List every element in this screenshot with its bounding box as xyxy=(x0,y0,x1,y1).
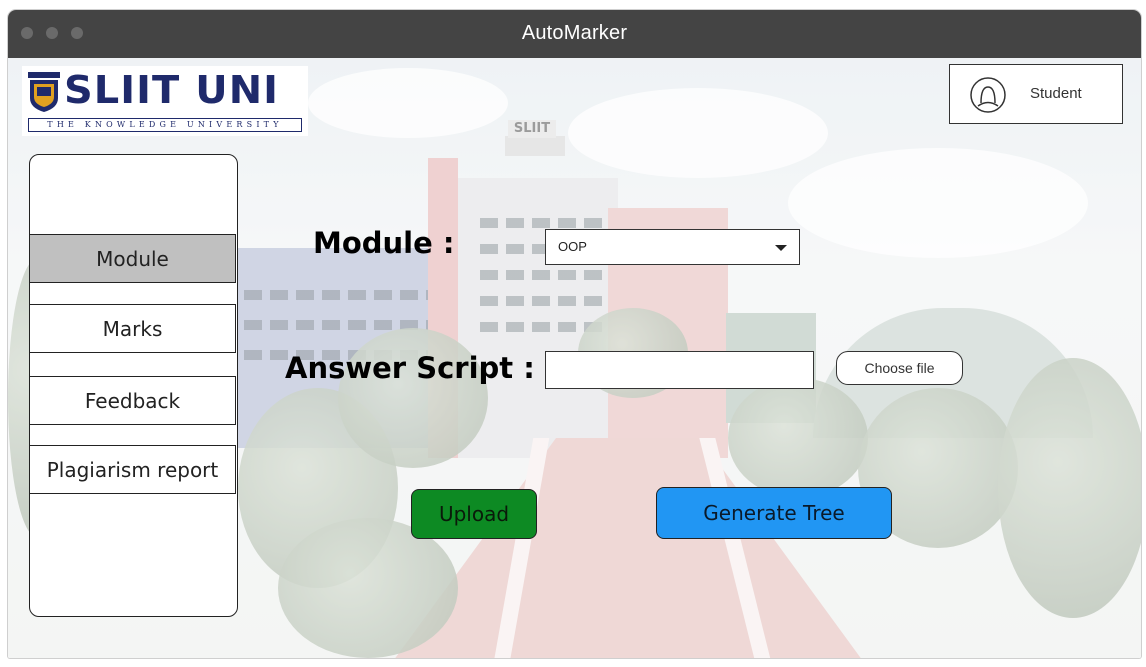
user-profile-button[interactable]: Student xyxy=(949,64,1123,124)
sidebar-item-label: Plagiarism report xyxy=(46,457,219,482)
answer-script-label: Answer Script : xyxy=(285,351,535,385)
title-bar: AutoMarker xyxy=(8,10,1141,58)
university-logo: SLIIT UNI THE KNOWLEDGE UNIVERSITY xyxy=(22,66,308,136)
user-role-label: Student xyxy=(1030,85,1082,102)
choose-file-label: Choose file xyxy=(864,360,935,376)
upload-button-label: Upload xyxy=(438,502,510,526)
main-content: SLIIT SLIIT UNI THE KNOWLEDGE UNIVERSITY… xyxy=(8,58,1141,658)
choose-file-button[interactable]: Choose file xyxy=(836,351,963,385)
generate-tree-button-label: Generate Tree xyxy=(703,501,845,525)
logo-tagline: THE KNOWLEDGE UNIVERSITY xyxy=(28,118,302,132)
user-avatar-icon xyxy=(970,77,1006,113)
chevron-down-icon xyxy=(775,245,787,251)
university-crest-icon xyxy=(28,72,60,112)
generate-tree-button[interactable]: Generate Tree xyxy=(656,487,892,539)
logo-wordmark: SLIIT UNI xyxy=(64,68,280,112)
sidebar-item-label: Module xyxy=(96,246,169,271)
sidebar-item-marks[interactable]: Marks xyxy=(29,304,236,353)
app-window: AutoMarker SLIIT SLIIT UNI THE KNOWLEDGE… xyxy=(8,10,1141,658)
sidebar-item-label: Marks xyxy=(102,316,163,341)
sidebar-item-module[interactable]: Module xyxy=(29,234,236,283)
module-label: Module : xyxy=(313,226,455,260)
sidebar-item-plagiarism-report[interactable]: Plagiarism report xyxy=(29,445,236,494)
sidebar-item-label: Feedback xyxy=(84,388,181,413)
sidebar: Module Marks Feedback Plagiarism report xyxy=(29,154,238,617)
sidebar-item-feedback[interactable]: Feedback xyxy=(29,376,236,425)
module-select-value: OOP xyxy=(558,239,587,254)
answer-script-file-field[interactable] xyxy=(545,351,814,389)
upload-button[interactable]: Upload xyxy=(411,489,537,539)
window-title: AutoMarker xyxy=(521,22,628,44)
module-select[interactable]: OOP xyxy=(545,229,800,265)
